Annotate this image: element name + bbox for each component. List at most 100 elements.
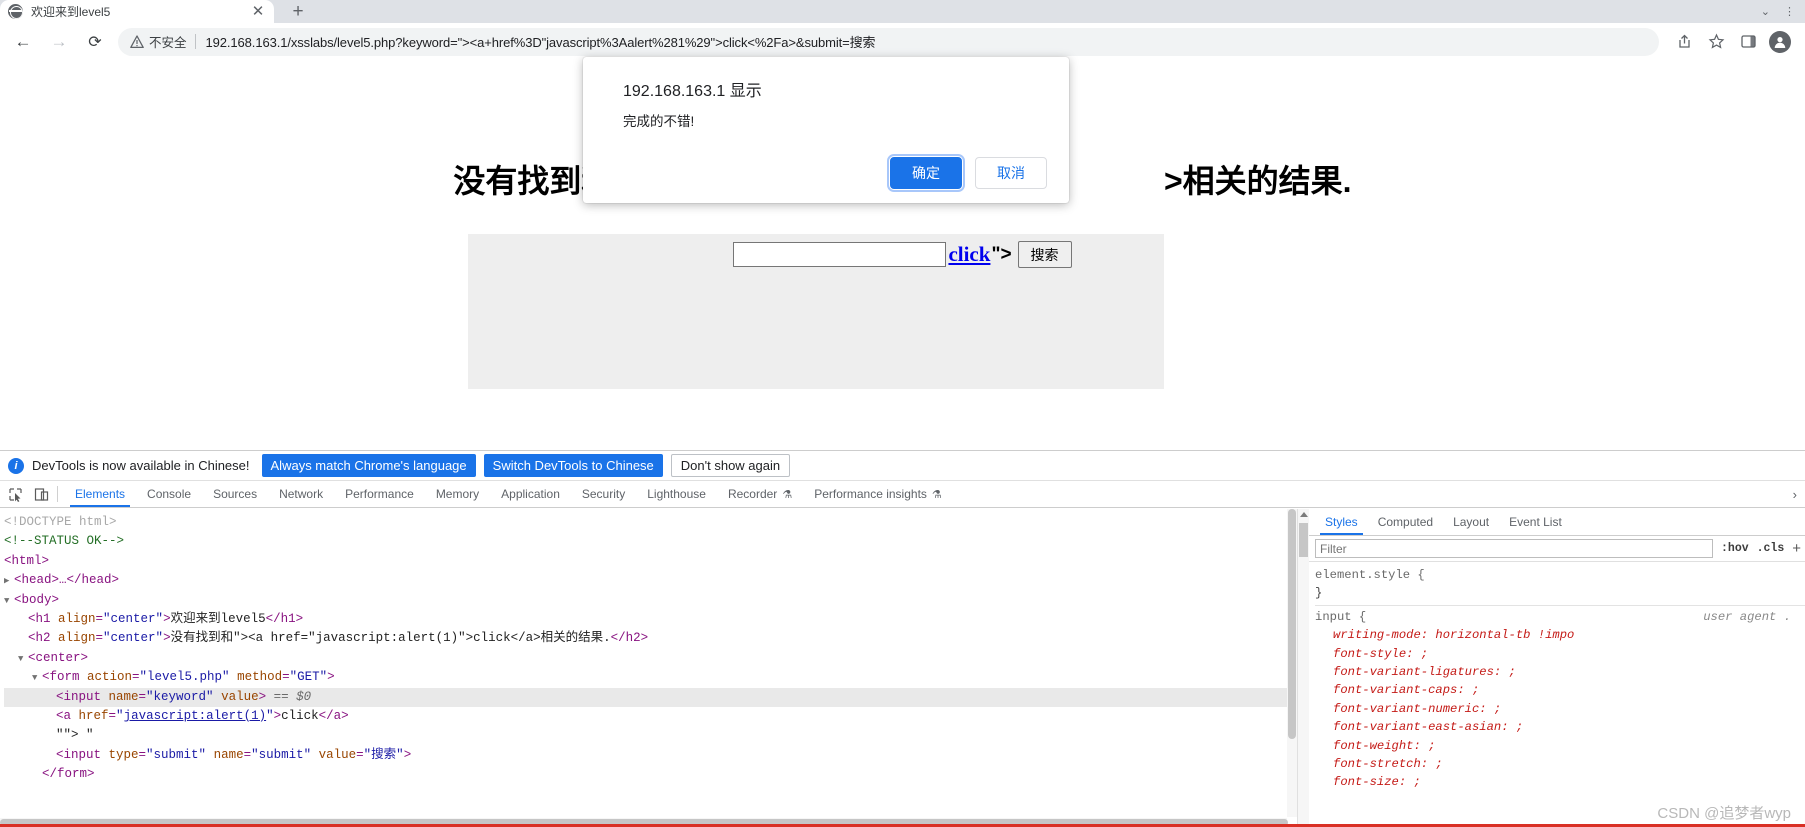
new-tab-button[interactable]: + — [284, 0, 312, 23]
click-link[interactable]: click — [948, 242, 990, 267]
rule-property[interactable]: writing-mode: horizontal-tb !impo — [1315, 626, 1805, 644]
dom-line[interactable]: ▼ <body> — [4, 591, 1297, 610]
rule-property[interactable]: font-variant-east-asian: ; — [1315, 718, 1805, 736]
tab-layout[interactable]: Layout — [1443, 509, 1499, 535]
rule-input[interactable]: input {user agent . — [1315, 608, 1805, 626]
dom-line[interactable]: ▶ <head>…</head> — [4, 571, 1297, 590]
dom-vertical-scrollbar[interactable] — [1287, 509, 1297, 817]
forward-button[interactable]: → — [44, 27, 74, 57]
alert-message: 完成的不错! — [623, 114, 695, 129]
rule-property[interactable]: font-variant-ligatures: ; — [1315, 663, 1805, 681]
switch-to-chinese-button[interactable]: Switch DevTools to Chinese — [483, 454, 663, 477]
dom-line[interactable]: ""> " — [4, 726, 1297, 745]
collapse-arrow-icon[interactable]: ▼ — [32, 669, 42, 688]
styles-sidebar: Styles Computed Layout Event List :hov .… — [1298, 509, 1805, 827]
side-panel-icon[interactable] — [1733, 27, 1763, 57]
collapse-arrow-icon[interactable]: ▼ — [18, 650, 28, 669]
experiment-flask-icon: ⚗ — [782, 488, 793, 501]
tab-security[interactable]: Security — [571, 481, 636, 507]
dom-line[interactable]: <!--STATUS OK--> — [4, 532, 1297, 551]
dom-line[interactable]: <a href="javascript:alert(1)">click</a> — [4, 707, 1297, 726]
tab-elements[interactable]: Elements — [64, 481, 136, 507]
tab-computed[interactable]: Computed — [1368, 509, 1443, 535]
toggle-hover-state[interactable]: :hov — [1721, 542, 1749, 555]
warning-triangle-icon — [130, 34, 144, 49]
property-name-value: font-stretch: ; — [1333, 756, 1443, 771]
experiment-flask-icon: ⚗ — [931, 488, 942, 501]
dom-comment: <!--STATUS OK--> — [4, 534, 125, 549]
tab-application[interactable]: Application — [490, 481, 571, 507]
alert-cancel-button[interactable]: 取消 — [975, 157, 1047, 189]
star-icon[interactable] — [1701, 27, 1731, 57]
search-input[interactable] — [733, 242, 947, 267]
tab-performance[interactable]: Performance — [334, 481, 425, 507]
toggle-element-classes[interactable]: .cls — [1757, 542, 1785, 555]
device-toolbar-icon[interactable] — [28, 481, 54, 507]
expand-arrow-icon[interactable]: ▶ — [4, 572, 14, 591]
tab-network[interactable]: Network — [268, 481, 334, 507]
property-name-value: font-weight: ; — [1333, 738, 1436, 753]
styles-filter-input[interactable] — [1315, 539, 1714, 558]
dom-line[interactable]: <input type="submit" name="submit" value… — [4, 746, 1297, 765]
omnibox[interactable]: 不安全 192.168.163.1/xsslabs/level5.php?key… — [118, 27, 1659, 56]
alert-ok-button[interactable]: 确定 — [887, 154, 965, 192]
always-match-language-button[interactable]: Always match Chrome's language — [261, 454, 476, 477]
rule-property[interactable]: font-stretch: ; — [1315, 755, 1805, 773]
tab-console[interactable]: Console — [136, 481, 202, 507]
info-icon: i — [8, 457, 24, 474]
rule-property[interactable]: font-weight: ; — [1315, 737, 1805, 755]
avatar[interactable] — [1765, 27, 1795, 57]
share-icon[interactable] — [1669, 27, 1699, 57]
dom-body-tag: <body> — [14, 592, 60, 607]
dom-tree-pane: <!DOCTYPE html> <!--STATUS OK--> <html> … — [0, 509, 1298, 827]
new-style-rule-button[interactable]: + — [1792, 540, 1801, 557]
reload-button[interactable]: ⟳ — [80, 27, 110, 57]
tab-memory[interactable]: Memory — [425, 481, 490, 507]
rule-property[interactable]: font-variant-numeric: ; — [1315, 700, 1805, 718]
tab-label: Performance insights — [814, 487, 927, 501]
dom-line[interactable]: <html> — [4, 552, 1297, 571]
tab-label: Memory — [435, 487, 480, 501]
dom-html-tag: <html> — [4, 553, 50, 568]
more-icon[interactable]: ⋮ — [1784, 5, 1795, 18]
browser-tab[interactable]: 欢迎来到level5 ✕ — [0, 0, 274, 23]
watermark: CSDN @追梦者wyp — [1657, 805, 1791, 822]
tab-recorder[interactable]: Recorder ⚗ — [717, 481, 803, 507]
submit-button[interactable]: 搜索 — [1017, 241, 1072, 268]
rule-element-style[interactable]: element.style { — [1315, 566, 1805, 584]
property-name-value: font-style: ; — [1333, 646, 1429, 661]
rule-property[interactable]: font-size: ; — [1315, 773, 1805, 791]
dom-line[interactable]: <!DOCTYPE html> — [4, 513, 1297, 532]
rule-property[interactable]: font-variant-caps: ; — [1315, 681, 1805, 699]
dom-line[interactable]: ▼ <form action="level5.php" method="GET"> — [4, 668, 1297, 687]
back-button[interactable]: ← — [8, 27, 38, 57]
dom-line[interactable]: ▼ <center> — [4, 649, 1297, 668]
dom-line[interactable]: </form> — [4, 765, 1297, 784]
tab-label: Computed — [1377, 515, 1434, 529]
tab-event-listeners[interactable]: Event List — [1499, 509, 1572, 535]
chevron-down-icon[interactable]: ⌄ — [1761, 5, 1770, 18]
rule-property[interactable]: font-style: ; — [1315, 645, 1805, 663]
collapse-arrow-icon[interactable]: ▼ — [4, 592, 14, 611]
tab-styles[interactable]: Styles — [1315, 509, 1368, 535]
tab-lighthouse[interactable]: Lighthouse — [636, 481, 717, 507]
dom-line[interactable]: <h2 align="center">没有找到和"><a href="javas… — [4, 629, 1297, 648]
dont-show-again-button[interactable]: Don't show again — [670, 454, 791, 477]
scrollbar-thumb[interactable] — [1299, 523, 1308, 557]
tab-performance-insights[interactable]: Performance insights ⚗ — [803, 481, 953, 507]
tab-overflow-icon[interactable]: › — [1785, 481, 1805, 507]
close-icon[interactable]: ✕ — [250, 4, 266, 20]
url-text[interactable]: 192.168.163.1/xsslabs/level5.php?keyword… — [206, 32, 1647, 51]
tab-sources[interactable]: Sources — [202, 481, 268, 507]
inspect-element-icon[interactable] — [2, 481, 28, 507]
dom-line-selected[interactable]: <input name="keyword" value> == $0 — [4, 687, 1297, 707]
devtools-language-infobar: i DevTools is now available in Chinese! … — [0, 451, 1805, 481]
tab-label: Elements — [75, 487, 126, 501]
tab-label: Security — [581, 487, 626, 501]
scroll-up-arrow-icon[interactable] — [1300, 512, 1308, 517]
dom-line[interactable]: <h1 align="center">欢迎来到level5</h1> — [4, 610, 1297, 629]
scrollbar-thumb[interactable] — [1288, 509, 1296, 739]
tab-label: Console — [147, 487, 192, 501]
styles-scrollbar[interactable] — [1298, 509, 1309, 827]
styles-rules-list: element.style { } input {user agent . wr… — [1309, 562, 1805, 827]
